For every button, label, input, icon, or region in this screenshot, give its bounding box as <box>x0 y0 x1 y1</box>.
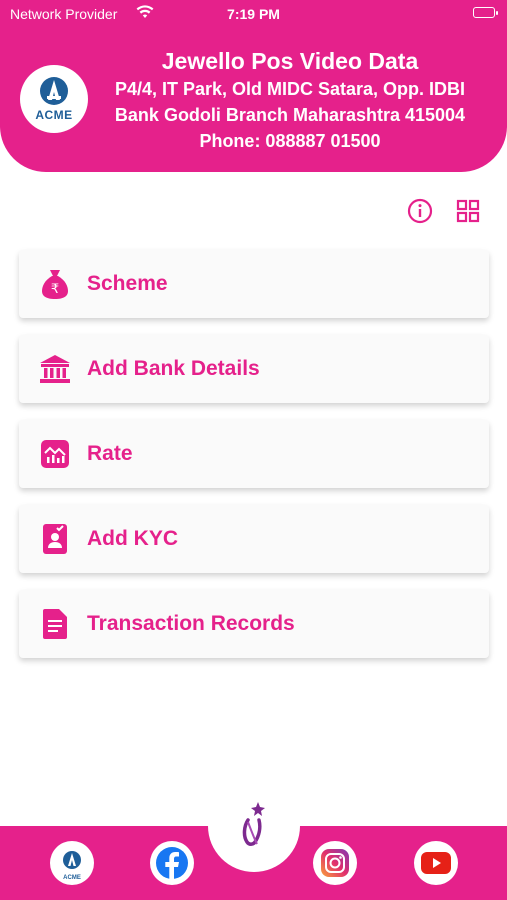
main-menu: ₹ Scheme Add Bank Details Rate Add KYC T… <box>19 250 489 675</box>
address-line-2: Bank Godoli Branch Maharashtra 415004 <box>114 105 466 125</box>
facebook-button[interactable] <box>150 841 194 885</box>
logo-text: ACME <box>35 108 73 122</box>
document-icon <box>37 606 73 642</box>
info-icon[interactable] <box>407 198 433 224</box>
menu-label-transaction-records: Transaction Records <box>87 612 295 635</box>
grid-view-icon[interactable] <box>455 198 481 224</box>
company-logo: ACME <box>20 65 88 133</box>
acme-link-button[interactable]: ACME <box>50 841 94 885</box>
chart-icon <box>37 436 73 472</box>
youtube-icon <box>421 852 451 874</box>
menu-item-transaction-records[interactable]: Transaction Records <box>19 590 489 658</box>
menu-label-add-bank-details: Add Bank Details <box>87 357 260 380</box>
menu-label-rate: Rate <box>87 442 133 465</box>
menu-item-add-bank-details[interactable]: Add Bank Details <box>19 335 489 403</box>
company-info: Jewello Pos Video Data P4/4, IT Park, Ol… <box>100 46 480 154</box>
money-bag-icon: ₹ <box>37 266 73 302</box>
phone-number: Phone: 088887 01500 <box>199 131 381 151</box>
menu-item-scheme[interactable]: ₹ Scheme <box>19 250 489 318</box>
menu-item-add-kyc[interactable]: Add KYC <box>19 505 489 573</box>
acme-emblem-icon <box>40 77 68 105</box>
menu-label-add-kyc: Add KYC <box>87 527 178 550</box>
youtube-button[interactable] <box>414 841 458 885</box>
menu-item-rate[interactable]: Rate <box>19 420 489 488</box>
instagram-icon <box>321 849 349 877</box>
menu-label-scheme: Scheme <box>87 272 168 295</box>
clock: 7:19 PM <box>227 6 280 22</box>
facebook-icon <box>156 847 188 879</box>
address-line-1: P4/4, IT Park, Old MIDC Satara, Opp. IDB… <box>114 79 466 99</box>
battery-icon <box>473 7 498 18</box>
company-name: Jewello Pos Video Data <box>161 48 419 74</box>
svg-text:₹: ₹ <box>51 282 59 297</box>
status-bar: Network Provider 7:19 PM <box>0 0 507 28</box>
instagram-button[interactable] <box>313 841 357 885</box>
bottom-logo-text: ACME <box>63 875 81 881</box>
app-home-button[interactable] <box>208 780 300 872</box>
toolbar-icons <box>407 198 481 224</box>
acme-logo-icon <box>63 851 81 869</box>
app-logo-icon <box>242 802 265 846</box>
bank-icon <box>37 351 73 387</box>
id-card-icon <box>37 521 73 557</box>
